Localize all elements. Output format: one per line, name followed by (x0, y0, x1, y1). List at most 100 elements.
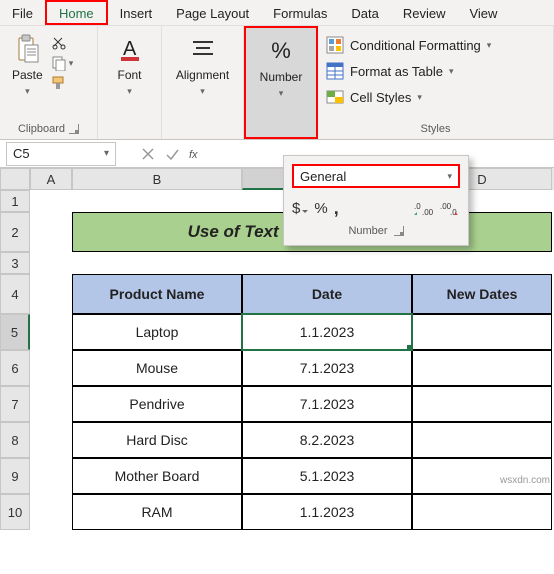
watermark: wsxdn.com (500, 475, 550, 486)
menu-formulas[interactable]: Formulas (261, 0, 339, 25)
menu-data[interactable]: Data (339, 0, 390, 25)
fmt-table-label: Format as Table (350, 64, 443, 79)
table-cell[interactable] (412, 494, 552, 530)
group-clipboard: Paste ▾ ▾ Clipboard (0, 26, 98, 139)
cell[interactable] (30, 190, 72, 212)
header-date[interactable]: Date (242, 274, 412, 314)
alignment-button[interactable]: Alignment ▾ (170, 30, 235, 101)
increase-decimal-icon: .0.00 (414, 201, 434, 217)
column-headers: A B C D (0, 168, 554, 190)
cut-button[interactable] (51, 34, 74, 52)
cell[interactable] (72, 190, 242, 212)
menu-home[interactable]: Home (45, 0, 108, 25)
row-header[interactable]: 5 (0, 314, 30, 350)
table-icon (326, 62, 344, 80)
name-box[interactable]: C5 ▾ (6, 142, 116, 166)
menu-file[interactable]: File (0, 0, 45, 25)
percent-button[interactable]: % (314, 200, 327, 217)
header-new-dates[interactable]: New Dates (412, 274, 552, 314)
cond-fmt-icon (326, 36, 344, 54)
cell[interactable] (412, 252, 552, 274)
chevron-down-icon: ▾ (417, 92, 422, 103)
chevron-down-icon: ▾ (449, 66, 454, 77)
format-painter-icon (51, 75, 67, 91)
table-cell[interactable]: Hard Disc (72, 422, 242, 458)
row-header[interactable]: 2 (0, 212, 30, 252)
cell[interactable] (30, 386, 72, 422)
cell[interactable] (30, 212, 72, 252)
row-header[interactable]: 6 (0, 350, 30, 386)
table-cell[interactable]: Mother Board (72, 458, 242, 494)
cell[interactable] (30, 422, 72, 458)
table-cell[interactable]: Mouse (72, 350, 242, 386)
row-header[interactable]: 9 (0, 458, 30, 494)
paste-icon (14, 34, 40, 64)
table-cell[interactable] (412, 386, 552, 422)
svg-text:fx: fx (189, 149, 198, 161)
group-alignment: Alignment ▾ (162, 26, 244, 139)
font-label: Font (117, 68, 141, 82)
menu-page-layout[interactable]: Page Layout (164, 0, 261, 25)
table-cell[interactable]: Laptop (72, 314, 242, 350)
table-cell[interactable]: 7.1.2023 (242, 386, 412, 422)
copy-button[interactable]: ▾ (51, 54, 74, 72)
select-all-corner[interactable] (0, 168, 30, 190)
styles-group-label: Styles (421, 123, 451, 135)
cell[interactable] (242, 252, 412, 274)
font-button[interactable]: A Font ▾ (110, 30, 150, 101)
table-cell[interactable]: 1.1.2023 (242, 494, 412, 530)
format-as-table-button[interactable]: Format as Table ▾ (326, 60, 491, 82)
cell[interactable] (30, 274, 72, 314)
selected-cell[interactable]: 1.1.2023 (242, 314, 412, 350)
cell[interactable] (72, 252, 242, 274)
col-header-b[interactable]: B (72, 168, 242, 190)
number-button[interactable]: % Number ▾ (254, 32, 309, 103)
table-cell[interactable] (412, 422, 552, 458)
currency-button[interactable]: $ (292, 200, 308, 217)
table-cell[interactable]: 7.1.2023 (242, 350, 412, 386)
cell-styles-label: Cell Styles (350, 90, 411, 105)
conditional-formatting-button[interactable]: Conditional Formatting ▾ (326, 34, 491, 56)
svg-text:.0: .0 (414, 202, 421, 211)
chevron-down-icon: ▾ (25, 86, 30, 97)
decrease-decimal-button[interactable]: .00.0 (440, 201, 460, 217)
cell[interactable] (30, 494, 72, 530)
row-header[interactable]: 3 (0, 252, 30, 274)
chevron-down-icon: ▾ (104, 148, 109, 159)
paste-button[interactable]: Paste ▾ (6, 30, 49, 101)
format-painter-button[interactable] (51, 74, 74, 92)
table-cell[interactable]: 8.2.2023 (242, 422, 412, 458)
row-header[interactable]: 4 (0, 274, 30, 314)
row-header[interactable]: 1 (0, 190, 30, 212)
cell-styles-button[interactable]: Cell Styles ▾ (326, 86, 491, 108)
number-launcher[interactable] (394, 226, 404, 236)
increase-decimal-button[interactable]: .0.00 (414, 201, 434, 217)
menu-review[interactable]: Review (391, 0, 458, 25)
table-cell[interactable] (412, 350, 552, 386)
menu-view[interactable]: View (457, 0, 509, 25)
cancel-button[interactable] (136, 142, 160, 166)
cell[interactable] (30, 314, 72, 350)
comma-button[interactable]: , (334, 198, 339, 219)
clipboard-launcher[interactable] (69, 124, 79, 134)
fx-button[interactable]: fx (184, 142, 208, 166)
formula-bar: C5 ▾ fx (0, 140, 554, 168)
row-header[interactable]: 7 (0, 386, 30, 422)
table-cell[interactable]: 5.1.2023 (242, 458, 412, 494)
menu-bar: File Home Insert Page Layout Formulas Da… (0, 0, 554, 26)
enter-button[interactable] (160, 142, 184, 166)
menu-insert[interactable]: Insert (108, 0, 165, 25)
table-cell[interactable] (412, 314, 552, 350)
row-header[interactable]: 8 (0, 422, 30, 458)
col-header-a[interactable]: A (30, 168, 72, 190)
table-cell[interactable]: RAM (72, 494, 242, 530)
name-box-value: C5 (13, 146, 30, 161)
cell[interactable] (30, 458, 72, 494)
row-header[interactable]: 10 (0, 494, 30, 530)
cell[interactable] (30, 252, 72, 274)
number-format-combo[interactable]: General ▾ (292, 164, 460, 188)
cell[interactable] (30, 350, 72, 386)
header-product-name[interactable]: Product Name (72, 274, 242, 314)
table-cell[interactable]: Pendrive (72, 386, 242, 422)
group-font: A Font ▾ (98, 26, 162, 139)
